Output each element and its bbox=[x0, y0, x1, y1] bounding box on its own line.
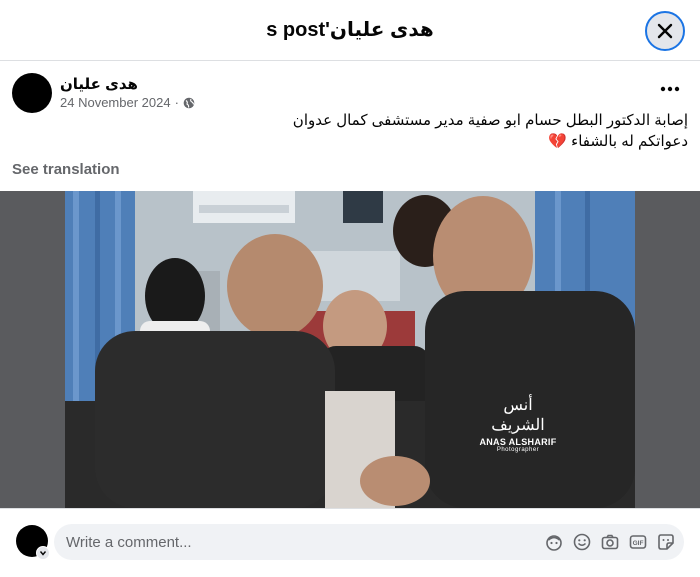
comment-placeholder: Write a comment... bbox=[66, 534, 192, 551]
see-translation-link[interactable]: See translation bbox=[12, 161, 120, 178]
comment-bar: Write a comment... GIF bbox=[0, 508, 700, 577]
gif-button[interactable]: GIF bbox=[628, 532, 648, 552]
photographer-watermark: أنس الشريف ANAS ALSHARIF Photographer bbox=[478, 395, 558, 453]
avatar-sticker-button[interactable] bbox=[544, 532, 564, 552]
camera-button[interactable] bbox=[600, 532, 620, 552]
post-header: هدى عليان 24 November 2024 · bbox=[12, 73, 688, 115]
dialog-header: هدى عليان's post bbox=[0, 0, 700, 61]
emoji-icon bbox=[573, 533, 591, 551]
gif-icon: GIF bbox=[629, 535, 647, 549]
more-options-button[interactable] bbox=[656, 77, 684, 101]
close-icon bbox=[657, 23, 673, 39]
account-switch-badge[interactable] bbox=[36, 546, 50, 560]
post-text-line-1: إصابة الدكتور البطل حسام ابو صفية مدير م… bbox=[292, 112, 688, 129]
hospital-scene-image bbox=[65, 191, 635, 508]
post-media[interactable]: أنس الشريف ANAS ALSHARIF Photographer bbox=[0, 191, 700, 508]
svg-text:GIF: GIF bbox=[633, 540, 644, 547]
globe-icon[interactable] bbox=[183, 97, 195, 109]
sticker-button[interactable] bbox=[656, 532, 676, 552]
more-options-icon bbox=[660, 86, 680, 92]
post-date[interactable]: 24 November 2024 bbox=[60, 95, 171, 110]
watermark-name: ANAS ALSHARIF bbox=[479, 437, 557, 447]
post-text: إصابة الدكتور البطل حسام ابو صفية مدير م… bbox=[28, 110, 688, 152]
author-avatar[interactable] bbox=[12, 73, 52, 113]
post-photo[interactable]: أنس الشريف ANAS ALSHARIF Photographer bbox=[65, 191, 635, 508]
sticker-icon bbox=[658, 534, 674, 550]
post-meta: 24 November 2024 · bbox=[60, 95, 195, 110]
watermark-subtitle: Photographer bbox=[496, 447, 540, 453]
comment-tools: GIF bbox=[544, 532, 676, 552]
dialog-title: هدى عليان's post bbox=[266, 19, 434, 41]
post-text-line-2: دعواتكم له بالشفاء 💔 bbox=[548, 133, 688, 150]
author-name[interactable]: هدى عليان bbox=[60, 75, 138, 93]
close-button[interactable] bbox=[645, 11, 685, 51]
camera-icon bbox=[601, 534, 619, 550]
emoji-button[interactable] bbox=[572, 532, 592, 552]
avatar-sticker-icon bbox=[546, 535, 562, 551]
meta-separator: · bbox=[174, 95, 179, 110]
chevron-down-icon bbox=[39, 551, 47, 556]
comment-input[interactable]: Write a comment... GIF bbox=[54, 524, 684, 560]
watermark-arabic: أنس الشريف bbox=[491, 395, 545, 434]
